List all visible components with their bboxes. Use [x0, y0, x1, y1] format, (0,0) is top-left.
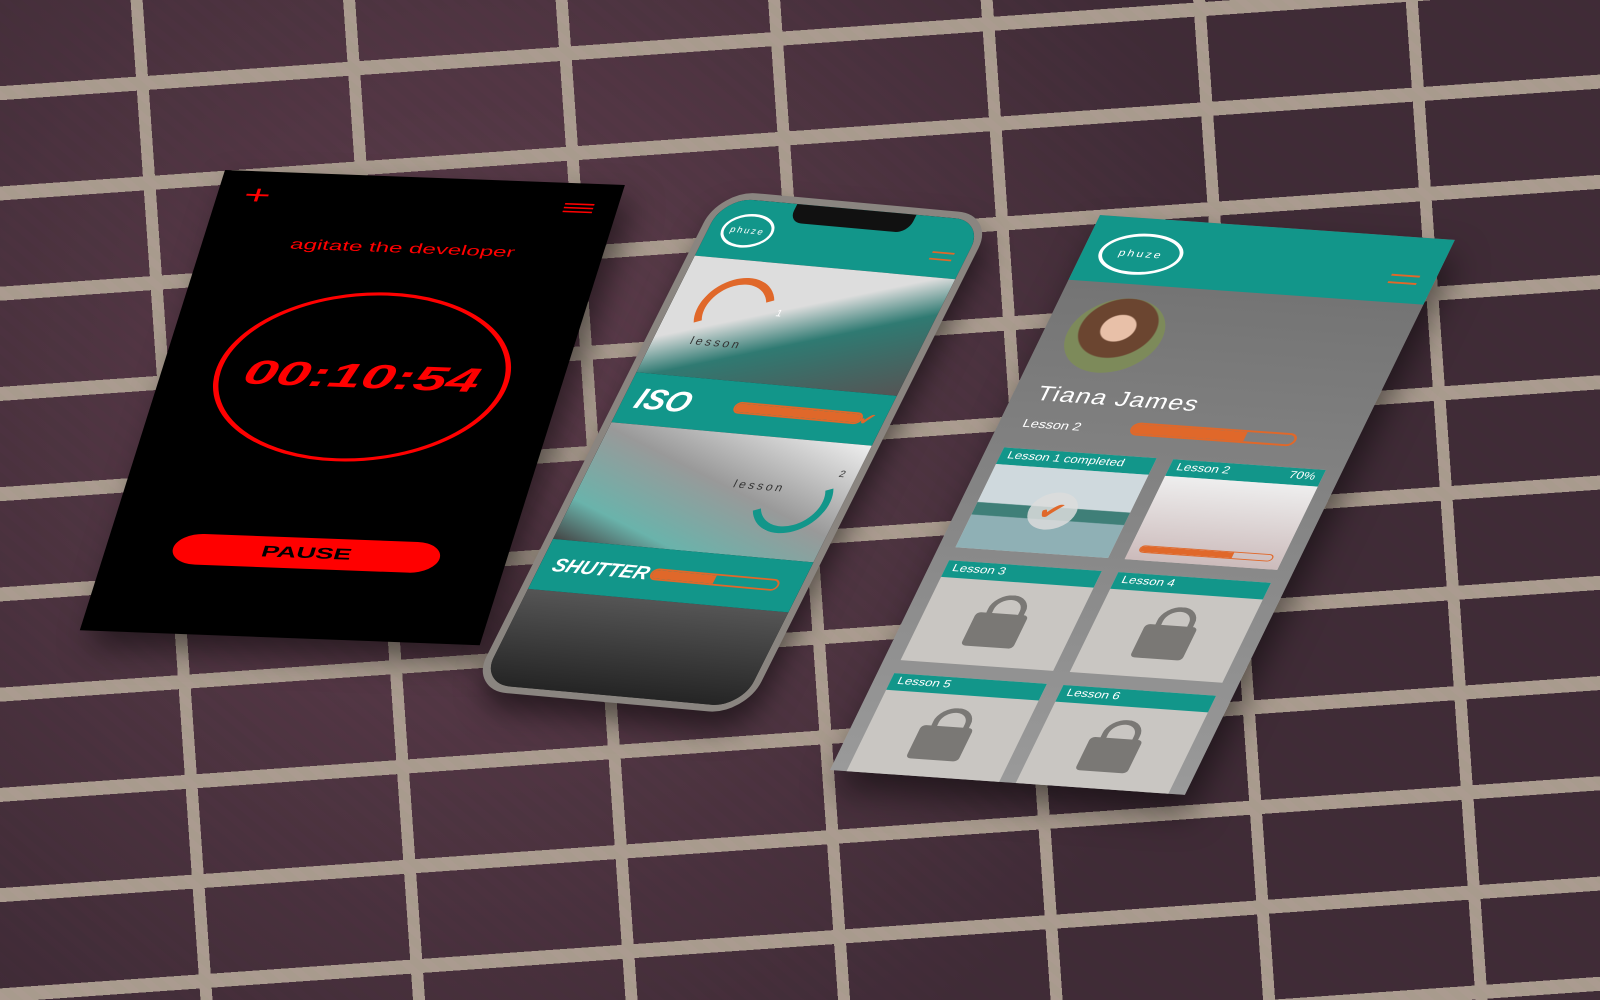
phone-notch [788, 203, 917, 234]
lock-icon [1129, 623, 1198, 661]
lesson-card[interactable]: Lesson 5 [845, 673, 1047, 784]
lock-icon [959, 611, 1029, 649]
avatar[interactable] [1049, 295, 1181, 376]
phuze-logo[interactable]: phuze [1089, 230, 1193, 278]
card-progress [1137, 545, 1275, 562]
user-name: Tiana James [1032, 381, 1205, 416]
progress-bar [731, 401, 866, 425]
lesson-card[interactable]: Lesson 2 70% [1124, 459, 1326, 570]
card-title: Lesson 6 [1064, 687, 1123, 703]
app-header: phuze [1068, 215, 1455, 305]
lesson-number: 2 [836, 469, 848, 480]
card-title: Lesson 4 [1119, 574, 1178, 590]
card-percent: 70% [1286, 469, 1318, 483]
chair-image [1124, 475, 1318, 570]
lesson-card[interactable]: Lesson 3 [900, 560, 1102, 671]
lesson-progress-bar [1127, 422, 1300, 447]
progress-bar [647, 567, 782, 592]
card-title: Lesson 2 [1174, 461, 1233, 477]
lock-icon [1074, 736, 1143, 774]
lesson-2-image[interactable]: lesson 2 [553, 422, 872, 563]
lesson-grid: Lesson 1 completed ✔ Lesson 2 70% Lesson 3… [845, 447, 1326, 795]
timer-time: 00:10:54 [238, 353, 486, 400]
phuze-logo[interactable]: phuze [713, 211, 782, 250]
lesson-card[interactable]: Lesson 4 [1069, 572, 1271, 683]
lesson-1-image[interactable]: lesson 1 [636, 255, 956, 396]
plus-icon[interactable]: + [239, 180, 276, 211]
hamburger-icon[interactable] [928, 251, 955, 262]
card-title: Lesson 3 [949, 562, 1009, 578]
timer-title: agitate the developer [288, 236, 518, 260]
lesson-number: 1 [773, 308, 785, 320]
lesson-topic: SHUTTER [548, 554, 655, 584]
lesson-card[interactable]: Lesson 6 [1014, 684, 1217, 795]
lesson-topic: ISO [629, 382, 699, 419]
current-lesson: Lesson 2 [1020, 416, 1085, 434]
lesson-arc-icon [736, 454, 851, 545]
check-icon: ✔ [1019, 490, 1085, 532]
hamburger-icon[interactable] [562, 202, 595, 214]
card-title: Lesson 5 [895, 675, 954, 691]
lesson-card[interactable]: Lesson 1 completed ✔ [955, 447, 1157, 559]
hamburger-icon[interactable] [1387, 273, 1421, 285]
pause-button[interactable]: PAUSE [168, 532, 445, 574]
timer-ring: 00:10:54 [188, 287, 536, 467]
lock-icon [904, 724, 974, 762]
